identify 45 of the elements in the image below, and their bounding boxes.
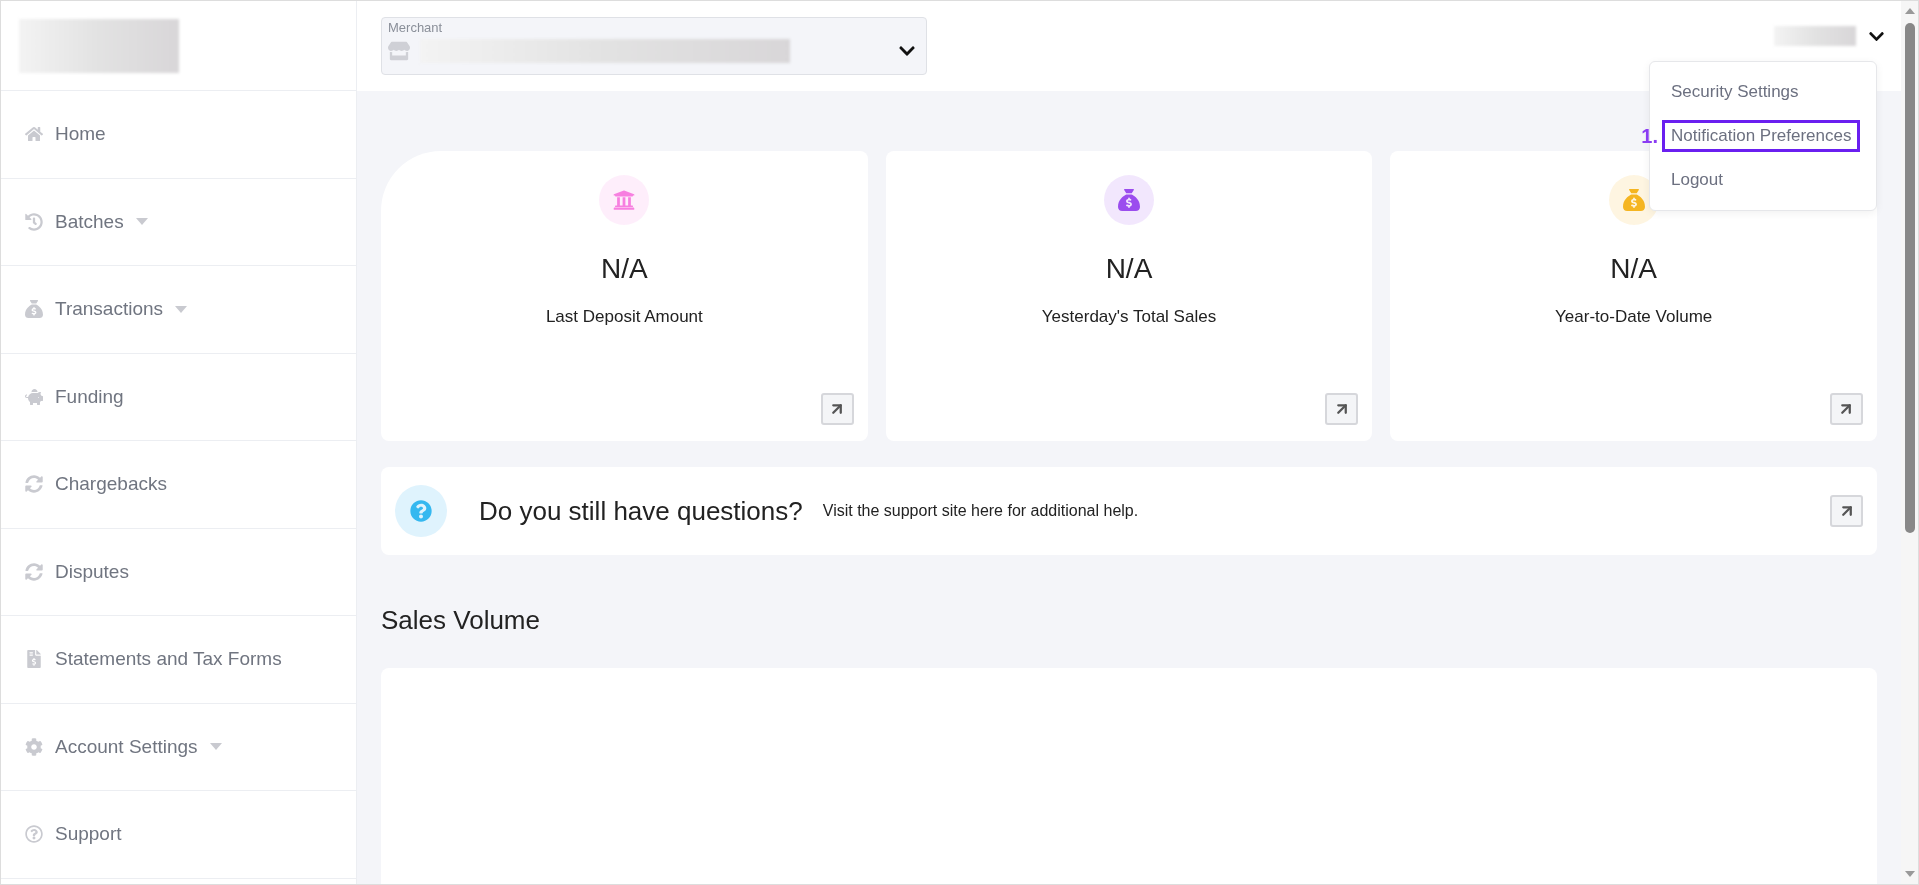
refresh-icon xyxy=(25,475,43,494)
annotation-marker: 1. xyxy=(1641,124,1658,148)
scrollbar[interactable] xyxy=(1901,1,1918,884)
money-bag-icon xyxy=(25,300,43,319)
menu-item[interactable]: Security Settings xyxy=(1662,76,1808,108)
help-icon xyxy=(410,500,432,522)
settings-icon xyxy=(25,737,43,756)
open-link-button[interactable] xyxy=(1830,495,1863,527)
open-link-button[interactable] xyxy=(1325,393,1359,425)
stat-label: Year-to-Date Volume xyxy=(1555,307,1713,327)
open-link-button[interactable] xyxy=(1830,393,1863,425)
caret-icon xyxy=(135,218,148,226)
help-icon xyxy=(25,825,43,844)
document-icon xyxy=(25,650,43,669)
nav-item[interactable]: Chargebacks xyxy=(1,441,356,529)
clock-icon xyxy=(25,212,43,231)
stat-value: N/A xyxy=(1105,253,1153,285)
nav-item[interactable]: Account Settings xyxy=(1,703,356,791)
stat-value: N/A xyxy=(1610,253,1657,285)
menu-item[interactable]: Notification Preferences xyxy=(1662,120,1861,152)
banner-title: Do you still have questions? xyxy=(479,495,803,527)
store-icon xyxy=(388,40,410,62)
caret-icon xyxy=(175,305,188,313)
stat-label: Last Deposit Amount xyxy=(545,307,703,327)
caret-icon xyxy=(209,743,222,751)
scroll-up-icon[interactable] xyxy=(1903,7,1916,15)
nav-item[interactable]: Statements and Tax Forms xyxy=(1,616,356,704)
house-icon xyxy=(25,125,43,144)
open-link-button[interactable] xyxy=(820,393,854,425)
nav-item[interactable]: Support xyxy=(1,791,356,879)
nav-item[interactable]: Funding xyxy=(1,353,356,441)
nav-item[interactable]: Batches xyxy=(1,178,356,266)
menu-item[interactable]: Logout xyxy=(1662,164,1732,196)
merchant-select[interactable]: Merchant xyxy=(381,17,927,75)
stat-value: N/A xyxy=(601,253,648,285)
field-label: Merchant xyxy=(388,20,444,35)
banner-text: Visit the support site here for additional help. xyxy=(822,502,1139,520)
nav-item[interactable]: Disputes xyxy=(1,528,356,616)
scroll-down-icon[interactable] xyxy=(1903,870,1916,878)
stat-label: Yesterday's Total Sales xyxy=(1041,307,1217,327)
refresh-icon xyxy=(25,562,43,581)
nav-item[interactable]: Transactions xyxy=(1,266,356,354)
section-title: Sales Volume xyxy=(381,605,541,636)
nav-item[interactable]: Home xyxy=(1,91,356,179)
piggy-bank-icon xyxy=(25,387,43,406)
